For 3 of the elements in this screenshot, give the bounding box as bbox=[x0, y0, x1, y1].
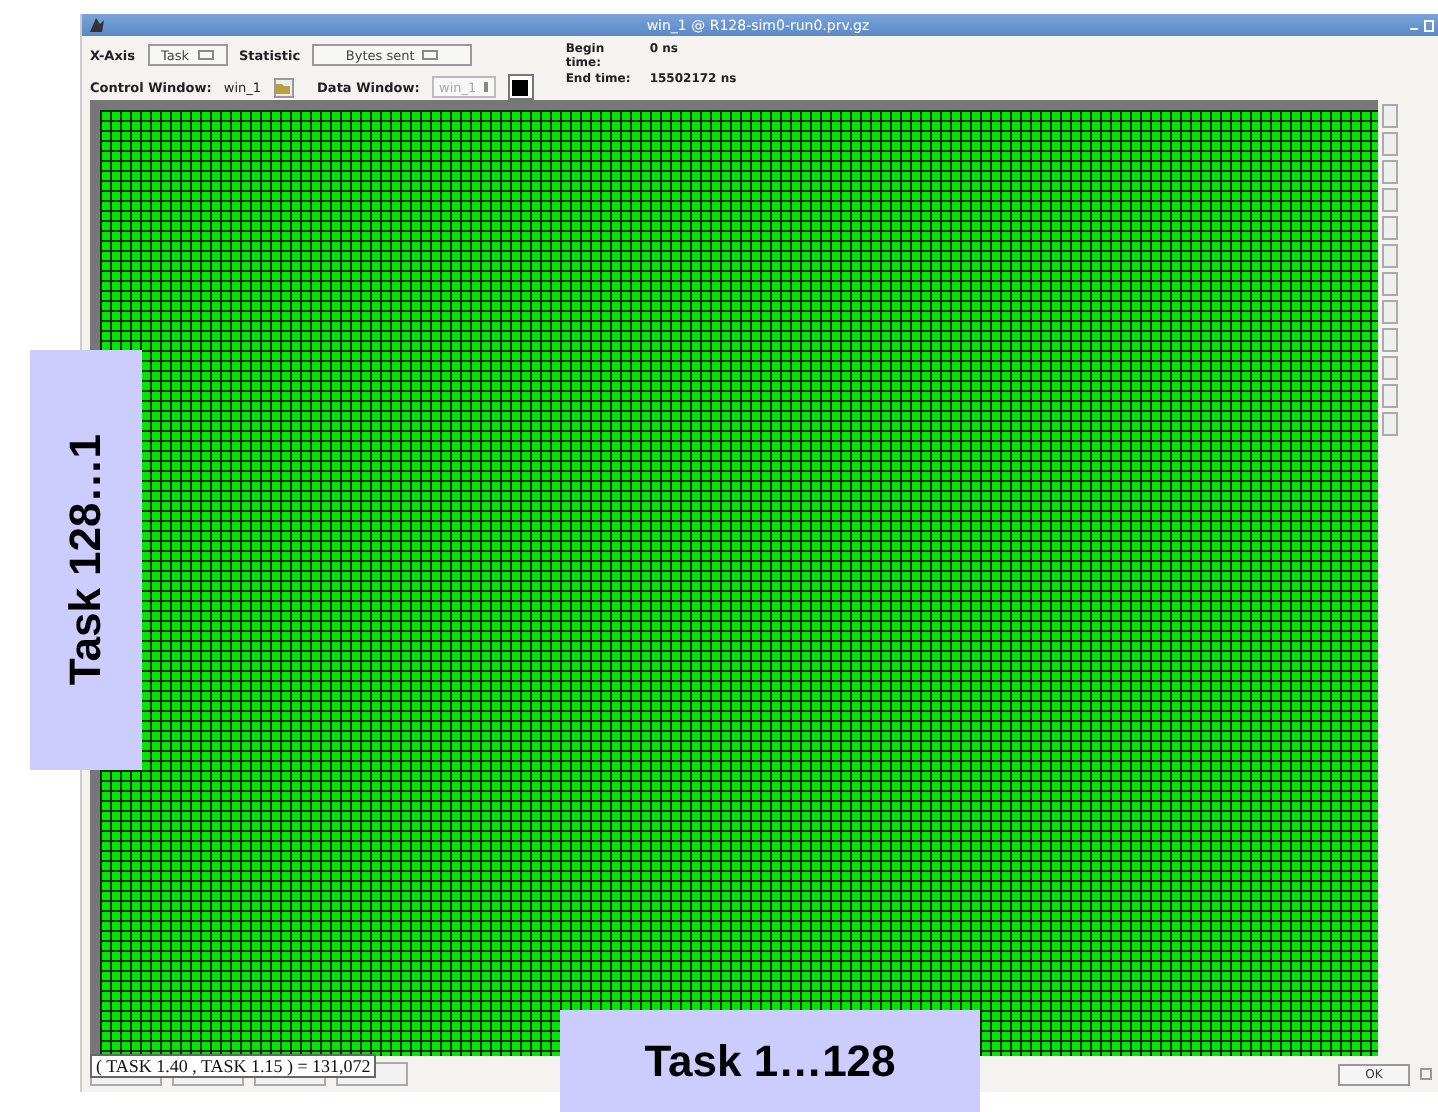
axis-label: Task 128…1 bbox=[30, 350, 142, 770]
tooltip: ( TASK 1.40 , TASK 1.15 ) = 131,072 bbox=[90, 1054, 377, 1078]
axis-label: Task 1…128 bbox=[560, 1010, 980, 1112]
